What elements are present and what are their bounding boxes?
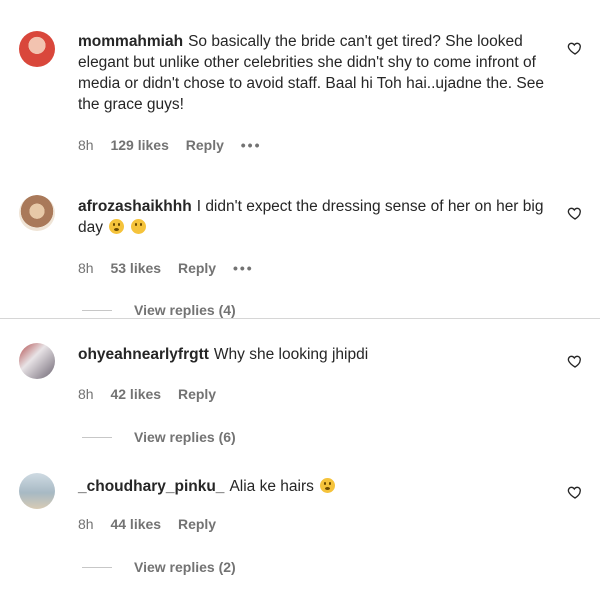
timestamp: 8h (78, 386, 94, 402)
username[interactable]: ohyeahnearlyfrgtt (78, 346, 209, 363)
no-mouth-emoji-icon (130, 219, 146, 234)
username[interactable]: _choudhary_pinku_ (78, 478, 224, 495)
heart-icon[interactable] (567, 484, 583, 500)
likes-count[interactable]: 42 likes (110, 386, 161, 402)
username[interactable]: mommahmiah (78, 33, 183, 50)
reply-button[interactable]: Reply (178, 386, 216, 402)
comment-meta: 8h 129 likes Reply ••• (78, 137, 274, 153)
comment-body: _choudhary_pinku_ Alia ke hairs (78, 476, 548, 497)
likes-count[interactable]: 53 likes (110, 260, 161, 276)
avatar[interactable] (19, 31, 55, 67)
likes-count[interactable]: 44 likes (110, 516, 161, 532)
view-replies-button[interactable]: View replies (2) (82, 559, 236, 575)
view-replies-label: View replies (2) (134, 559, 236, 575)
comment-body: afrozashaikhhh I didn't expect the dressi… (78, 196, 548, 238)
view-replies-label: View replies (6) (134, 429, 236, 445)
more-options-icon[interactable]: ••• (233, 260, 254, 276)
avatar[interactable] (19, 195, 55, 231)
reply-button[interactable]: Reply (178, 516, 216, 532)
view-replies-button[interactable]: View replies (4) (82, 302, 236, 318)
avatar[interactable] (19, 343, 55, 379)
comment-body: ohyeahnearlyfrgtt Why she looking jhipdi (78, 344, 548, 365)
view-replies-button[interactable]: View replies (6) (82, 429, 236, 445)
replies-divider-line (82, 436, 112, 438)
heart-icon[interactable] (567, 205, 583, 221)
comment-meta: 8h 53 likes Reply ••• (78, 260, 267, 276)
reply-button[interactable]: Reply (178, 260, 216, 276)
timestamp: 8h (78, 516, 94, 532)
reply-button[interactable]: Reply (186, 137, 224, 153)
comment-meta: 8h 42 likes Reply (78, 386, 229, 402)
view-replies-label: View replies (4) (134, 302, 236, 318)
replies-divider-line (82, 566, 112, 568)
comment-text: Why she looking jhipdi (213, 346, 369, 363)
comment-text: Alia ke hairs (229, 478, 314, 495)
hand-over-mouth-emoji-icon (109, 219, 125, 234)
heart-icon[interactable] (567, 353, 583, 369)
username[interactable]: afrozashaikhhh (78, 198, 192, 215)
heart-icon[interactable] (567, 40, 583, 56)
replies-divider-line (82, 309, 112, 311)
timestamp: 8h (78, 137, 94, 153)
comment-body: mommahmiah So basically the bride can't g… (78, 31, 548, 115)
panel-divider (0, 318, 600, 319)
comment-meta: 8h 44 likes Reply (78, 516, 229, 532)
avatar[interactable] (19, 473, 55, 509)
timestamp: 8h (78, 260, 94, 276)
laughing-emoji-icon (320, 478, 336, 493)
likes-count[interactable]: 129 likes (110, 137, 168, 153)
more-options-icon[interactable]: ••• (241, 137, 262, 153)
